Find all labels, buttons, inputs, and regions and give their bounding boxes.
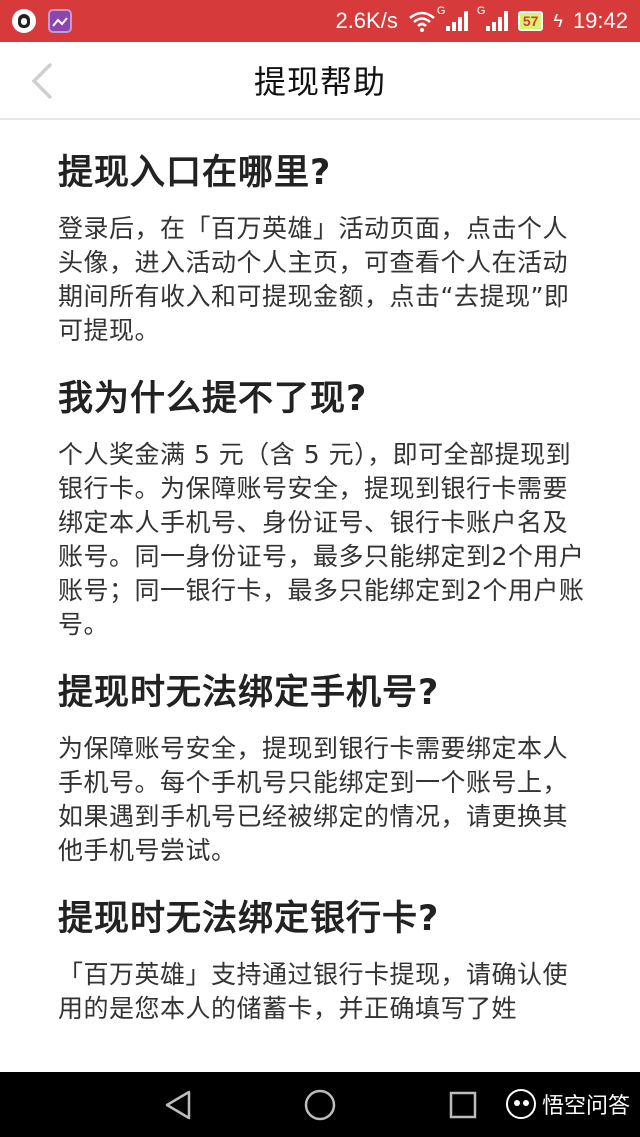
wifi-icon bbox=[409, 11, 435, 32]
faq-item: 提现时无法绑定银行卡? 「百万英雄」支持通过银行卡提现，请确认使用的是您本人的储… bbox=[58, 896, 588, 1026]
nav-back-icon bbox=[165, 1090, 191, 1120]
nav-back-button[interactable] bbox=[161, 1088, 195, 1122]
watermark: 悟空问答 bbox=[505, 1088, 630, 1120]
faq-answer: 个人奖金满 5 元（含 5 元），即可全部提现到银行卡。为保障账号安全，提现到银… bbox=[58, 440, 585, 639]
faq-item: 提现时无法绑定手机号? 为保障账号安全，提现到银行卡需要绑定本人手机号。每个手机… bbox=[58, 670, 588, 868]
signal-icon: G bbox=[437, 5, 468, 31]
wukong-logo-icon bbox=[505, 1089, 536, 1119]
faq-question: 提现时无法绑定手机号? bbox=[58, 673, 440, 713]
charging-icon: ϟ bbox=[553, 10, 563, 31]
faq-answer: 为保障账号安全，提现到银行卡需要绑定本人手机号。每个手机号只能绑定到一个账号上，… bbox=[58, 734, 569, 865]
gallery-icon bbox=[48, 9, 72, 33]
faq-answer: 「百万英雄」支持通过银行卡提现，请确认使用的是您本人的储蓄卡，并正确填写了姓 bbox=[58, 960, 569, 1023]
title-bar: 提现帮助 bbox=[0, 42, 640, 120]
faq-question: 我为什么提不了现? bbox=[58, 379, 368, 419]
clock: 19:42 bbox=[572, 8, 628, 33]
faq-question: 提现时无法绑定银行卡? bbox=[58, 899, 440, 939]
battery-icon: 57 bbox=[517, 11, 544, 31]
notification-icons bbox=[12, 9, 72, 33]
back-button[interactable] bbox=[26, 60, 58, 102]
network-speed: 2.6K/s bbox=[335, 8, 398, 33]
chevron-left-icon bbox=[31, 63, 52, 99]
signal-type-label: G bbox=[436, 5, 446, 17]
signal-type-label: G bbox=[476, 5, 486, 17]
system-status: 2.6K/s G G 57 ϟ 19:42 bbox=[335, 5, 628, 34]
faq-question: 提现入口在哪里? bbox=[58, 153, 332, 193]
watermark-text: 悟空问答 bbox=[541, 1094, 630, 1119]
nav-home-icon bbox=[304, 1089, 336, 1121]
faq-item: 提现入口在哪里? 登录后，在「百万英雄」活动页面，点击个人头像，进入活动个人主页… bbox=[58, 150, 588, 348]
nav-home-button[interactable] bbox=[303, 1088, 337, 1122]
faq-answer: 登录后，在「百万英雄」活动页面，点击个人头像，进入活动个人主页，可查看个人在活动… bbox=[58, 214, 570, 345]
help-content[interactable]: 提现入口在哪里? 登录后，在「百万英雄」活动页面，点击个人头像，进入活动个人主页… bbox=[0, 120, 640, 1072]
signal-icon: G bbox=[477, 5, 508, 31]
qq-penguin-icon bbox=[12, 9, 36, 33]
nav-recent-icon bbox=[449, 1091, 477, 1119]
nav-recent-button[interactable] bbox=[446, 1088, 480, 1122]
status-bar: 2.6K/s G G 57 ϟ 19:42 bbox=[0, 0, 640, 42]
faq-item: 我为什么提不了现? 个人奖金满 5 元（含 5 元），即可全部提现到银行卡。为保… bbox=[58, 376, 588, 642]
page-title: 提现帮助 bbox=[253, 63, 386, 101]
system-nav-bar: 悟空问答 bbox=[0, 1072, 640, 1137]
